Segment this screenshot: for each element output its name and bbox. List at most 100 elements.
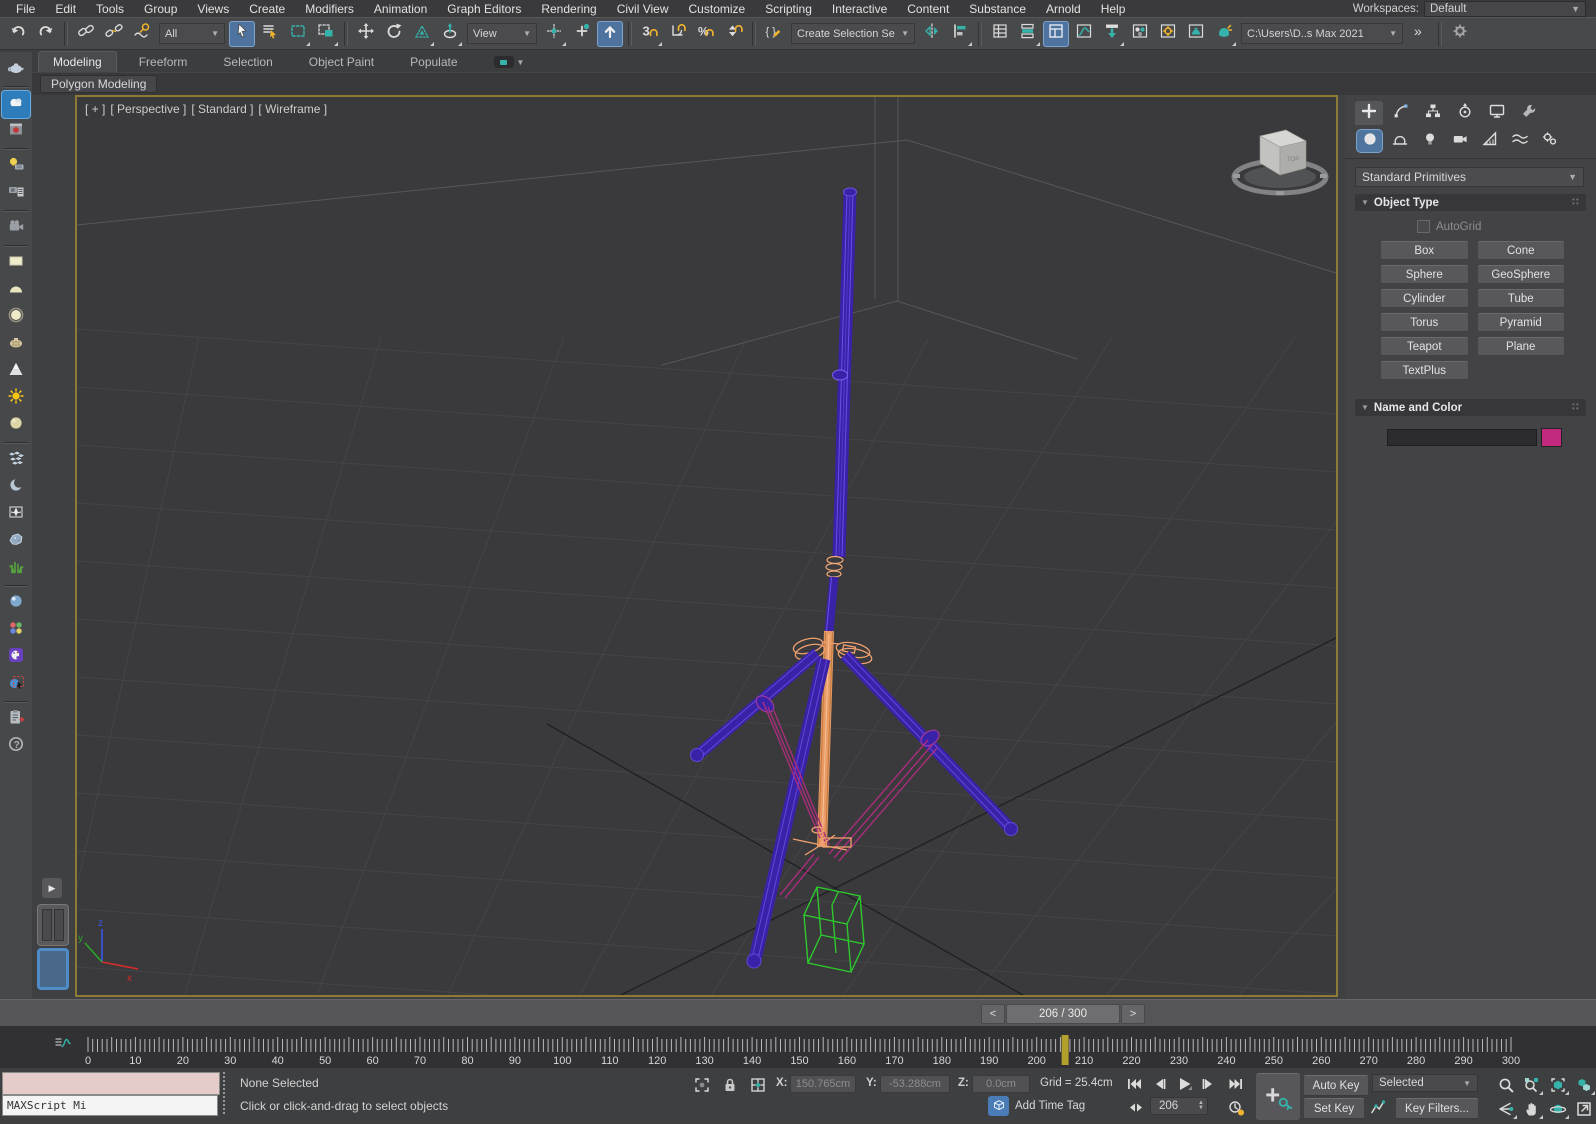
menu-tools[interactable]: Tools xyxy=(86,1,134,17)
select-object-button[interactable] xyxy=(229,20,255,47)
maximize-viewport-icon[interactable] xyxy=(1572,1098,1596,1120)
menu-group[interactable]: Group xyxy=(134,1,187,17)
menu-rendering[interactable]: Rendering xyxy=(531,1,606,17)
viewport[interactable]: TOP z x y [ + ] [ Perspective ] [ Standa… xyxy=(75,95,1338,997)
set-keys-button[interactable]: + xyxy=(1256,1073,1300,1120)
textplus-button[interactable]: TextPlus xyxy=(1381,361,1468,380)
key-filters-button[interactable]: Key Filters... xyxy=(1396,1098,1478,1119)
object-type-header[interactable]: ▼ Object Type ∷ xyxy=(1355,194,1586,211)
cylinder-button[interactable]: Cylinder xyxy=(1381,289,1468,308)
viewport-menu-renderer[interactable]: [ Standard ] xyxy=(191,102,253,116)
time-slider-value[interactable]: 206 / 300 xyxy=(1006,1004,1120,1024)
layer-explorer-button[interactable] xyxy=(1015,21,1041,47)
sidebar-teapot-wire-button[interactable] xyxy=(2,331,30,358)
menu-arnold[interactable]: Arnold xyxy=(1036,1,1091,17)
select-by-name-button[interactable] xyxy=(257,21,283,47)
sidebar-camera-list-button[interactable] xyxy=(2,180,30,207)
viewport-menu-shading[interactable]: [ Wireframe ] xyxy=(258,102,327,116)
named-selection-sets-button[interactable]: { } xyxy=(761,21,787,47)
menu-interactive[interactable]: Interactive xyxy=(822,1,897,17)
sidebar-array-cubes-button[interactable] xyxy=(2,447,30,474)
teapot-button[interactable]: Teapot xyxy=(1381,337,1468,356)
select-scale-button[interactable] xyxy=(409,21,435,47)
tripod-model[interactable] xyxy=(690,187,1018,973)
reference-coordinate-dropdown[interactable]: View ▼ xyxy=(467,23,537,44)
add-time-tag-cube-icon[interactable] xyxy=(988,1096,1009,1116)
sidebar-scene-window-button[interactable] xyxy=(2,118,30,145)
ribbon-tab-object-paint[interactable]: Object Paint xyxy=(295,52,388,72)
snap-3d-button[interactable]: 3 xyxy=(637,21,663,47)
maxscript-mini-listener[interactable]: MAXScript Mi xyxy=(2,1095,218,1116)
sidebar-moon-button[interactable] xyxy=(2,474,30,501)
snap-angle-button[interactable] xyxy=(665,21,691,47)
sidebar-clipboard-plus-button[interactable] xyxy=(2,706,30,733)
key-filter-set-dropdown[interactable]: Selected ▼ xyxy=(1372,1074,1478,1092)
keyboard-override-button[interactable] xyxy=(597,20,623,47)
next-frame-button[interactable] xyxy=(1198,1074,1218,1093)
ribbon-tab-modeling[interactable]: Modeling xyxy=(38,51,117,72)
render-setup-button[interactable] xyxy=(1155,21,1181,47)
box-button[interactable]: Box xyxy=(1381,241,1468,260)
sidebar-plane-button[interactable] xyxy=(2,250,30,277)
menu-help[interactable]: Help xyxy=(1091,1,1136,17)
pan-icon[interactable] xyxy=(1520,1098,1544,1120)
snap-spinner-button[interactable] xyxy=(721,21,747,47)
polygon-modeling-panel[interactable]: Polygon Modeling xyxy=(40,75,158,93)
sidebar-color-balls-button[interactable] xyxy=(2,617,30,644)
viewport-menu-general[interactable]: [ + ] xyxy=(85,102,105,116)
panel-tab-motion[interactable] xyxy=(1451,101,1479,125)
x-coordinate-field[interactable]: 150.765cm xyxy=(790,1075,856,1093)
viewport-label[interactable]: [ + ] [ Perspective ] [ Standard ] [ Wir… xyxy=(85,102,327,116)
window-crossing-button[interactable] xyxy=(313,21,339,47)
maxscript-macro-recorder[interactable] xyxy=(2,1072,220,1095)
y-coordinate-field[interactable]: -53.288cm xyxy=(880,1075,950,1093)
select-move-button[interactable] xyxy=(353,21,379,47)
menu-edit[interactable]: Edit xyxy=(45,1,86,17)
panel-tab-modify[interactable] xyxy=(1387,101,1415,125)
category-systems[interactable] xyxy=(1537,130,1562,152)
field-of-view-icon[interactable] xyxy=(1494,1098,1518,1120)
isolate-toggle-icon[interactable] xyxy=(692,1075,712,1094)
panel-tab-hierarchy[interactable] xyxy=(1419,101,1447,125)
zoom-extents-icon[interactable] xyxy=(1546,1074,1570,1096)
category-shapes[interactable] xyxy=(1387,130,1412,152)
select-manipulate-button[interactable] xyxy=(569,21,595,47)
double-chevron-button[interactable]: » xyxy=(1407,21,1433,47)
viewport-menu-pov[interactable]: [ Perspective ] xyxy=(110,102,186,116)
sidebar-compass-button[interactable] xyxy=(2,501,30,528)
sidebar-grass-button[interactable] xyxy=(2,555,30,582)
geosphere-button[interactable]: GeoSphere xyxy=(1477,265,1564,284)
render-production-button[interactable] xyxy=(1211,21,1237,47)
selection-lock-icon[interactable] xyxy=(720,1075,740,1094)
timeline-ruler[interactable]: 0 10 20 30 40 50 60 70 80 90 100 110 120 130 140 150 160… xyxy=(75,1026,1545,1068)
menu-substance[interactable]: Substance xyxy=(959,1,1036,17)
selection-filter-dropdown[interactable]: All ▼ xyxy=(159,23,225,44)
time-slider-track[interactable]: < 206 / 300 > xyxy=(0,999,1596,1027)
next-frame-button[interactable]: > xyxy=(1121,1004,1145,1024)
mini-curve-editor-icon[interactable] xyxy=(52,1034,74,1057)
current-frame-field[interactable]: 206 ▲ ▼ xyxy=(1150,1097,1208,1115)
sidebar-weather-button[interactable] xyxy=(2,91,30,118)
viewport-layout-one-button[interactable] xyxy=(37,948,69,990)
view-cube[interactable]: TOP xyxy=(1231,129,1329,196)
torus-button[interactable]: Torus xyxy=(1381,313,1468,332)
sidebar-bulb-keyboard-button[interactable] xyxy=(2,153,30,180)
menu-modifiers[interactable]: Modifiers xyxy=(295,1,364,17)
previous-frame-button[interactable]: < xyxy=(981,1004,1005,1024)
primitive-category-dropdown[interactable]: Standard Primitives ▼ xyxy=(1355,167,1584,187)
sidebar-help-button[interactable]: ? xyxy=(2,733,30,760)
menu-customize[interactable]: Customize xyxy=(679,1,756,17)
menu-views[interactable]: Views xyxy=(187,1,239,17)
ribbon-tab-freeform[interactable]: Freeform xyxy=(125,52,202,72)
sidebar-sphere-blue-button[interactable] xyxy=(2,590,30,617)
viewport-layout-two-button[interactable] xyxy=(37,904,69,946)
sidebar-mountain-button[interactable] xyxy=(2,358,30,385)
schematic-view-button[interactable] xyxy=(1099,21,1125,47)
redo-button[interactable] xyxy=(33,21,59,47)
key-mode-toggle[interactable] xyxy=(1126,1098,1146,1117)
set-key-button[interactable]: Set Key xyxy=(1304,1098,1364,1119)
menu-create[interactable]: Create xyxy=(239,1,295,17)
ribbon-media-button[interactable]: ▼ xyxy=(493,56,524,72)
previous-frame-button[interactable] xyxy=(1150,1074,1170,1093)
project-folder-dropdown[interactable]: C:\Users\D..s Max 2021 ▼ xyxy=(1241,23,1403,44)
